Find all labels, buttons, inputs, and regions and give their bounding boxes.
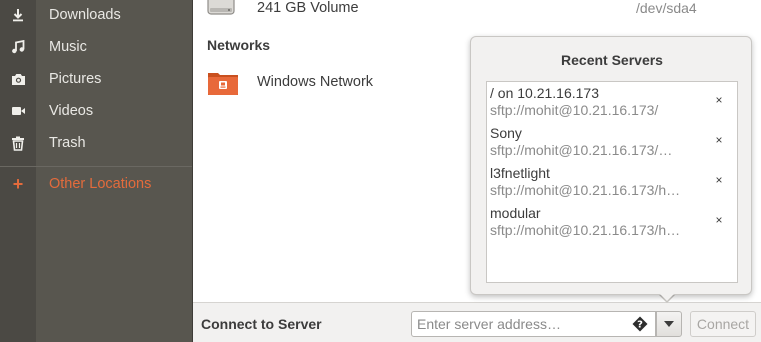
plus-icon: + xyxy=(12,173,24,194)
server-name: modular xyxy=(490,205,541,221)
sidebar-item-label: Pictures xyxy=(49,71,102,87)
sidebar-item-label: Music xyxy=(49,39,87,55)
server-name: Sony xyxy=(490,125,522,141)
camera-icon xyxy=(0,63,36,95)
sidebar-item-label: Trash xyxy=(49,135,86,151)
sidebar-item-label: Other Locations xyxy=(49,176,152,192)
list-item[interactable]: modular sftp://mohit@10.21.16.173/h… × xyxy=(487,202,737,242)
download-icon xyxy=(0,0,36,31)
server-uri: sftp://mohit@10.21.16.173/… xyxy=(490,142,673,158)
remove-server-button[interactable]: × xyxy=(713,213,725,227)
volume-row[interactable]: 241 GB Volume /dev/sda4 xyxy=(193,0,761,26)
network-item-label: Windows Network xyxy=(257,74,374,90)
trash-icon xyxy=(0,127,36,159)
recent-servers-list[interactable]: / on 10.21.16.173 sftp://mohit@10.21.16.… xyxy=(486,81,738,283)
sidebar-item-downloads[interactable]: Downloads xyxy=(0,0,192,31)
sidebar-item-trash[interactable]: Trash xyxy=(0,127,192,159)
music-icon xyxy=(0,31,36,63)
volume-device-path: /dev/sda4 xyxy=(636,0,697,16)
sidebar-item-other-locations[interactable]: + Other Locations xyxy=(0,168,192,200)
remove-server-button[interactable]: × xyxy=(713,133,725,147)
connect-button[interactable]: Connect xyxy=(690,311,756,337)
places-sidebar: Downloads Music Pictures Videos Trash + … xyxy=(0,0,193,342)
server-uri: sftp://mohit@10.21.16.173/h… xyxy=(490,182,681,198)
sidebar-divider xyxy=(0,166,192,167)
recent-servers-toggle-button[interactable] xyxy=(656,311,682,337)
networks-heading: Networks xyxy=(207,37,271,53)
sidebar-item-label: Downloads xyxy=(49,7,121,23)
list-item[interactable]: l3fnetlight sftp://mohit@10.21.16.173/h…… xyxy=(487,162,737,202)
list-item[interactable]: Sony sftp://mohit@10.21.16.173/… × xyxy=(487,122,737,162)
popover-title: Recent Servers xyxy=(561,52,663,68)
popover-arrow-fill xyxy=(659,293,675,301)
list-item[interactable]: / on 10.21.16.173 sftp://mohit@10.21.16.… xyxy=(487,82,737,122)
sidebar-item-videos[interactable]: Videos xyxy=(0,95,192,127)
sidebar-item-music[interactable]: Music xyxy=(0,31,192,63)
svg-text:?: ? xyxy=(637,320,643,331)
connect-to-server-bar: Connect to Server ? Connect xyxy=(193,302,761,342)
remove-server-button[interactable]: × xyxy=(713,93,725,107)
remove-server-button[interactable]: × xyxy=(713,173,725,187)
question-icon[interactable]: ? xyxy=(631,315,649,333)
harddisk-icon xyxy=(207,0,235,15)
video-icon xyxy=(0,95,36,127)
chevron-down-icon xyxy=(664,321,674,327)
recent-servers-popover: Recent Servers / on 10.21.16.173 sftp://… xyxy=(470,36,752,295)
network-folder-icon xyxy=(208,73,238,95)
volume-name: 241 GB Volume xyxy=(257,0,359,16)
server-name: l3fnetlight xyxy=(490,165,550,181)
sidebar-item-pictures[interactable]: Pictures xyxy=(0,63,192,95)
server-uri: sftp://mohit@10.21.16.173/h… xyxy=(490,222,681,238)
sidebar-item-label: Videos xyxy=(49,103,94,119)
server-name: / on 10.21.16.173 xyxy=(490,85,599,101)
connect-to-server-label: Connect to Server xyxy=(201,316,322,332)
server-uri: sftp://mohit@10.21.16.173/ xyxy=(490,102,659,118)
server-address-input[interactable] xyxy=(411,311,656,337)
